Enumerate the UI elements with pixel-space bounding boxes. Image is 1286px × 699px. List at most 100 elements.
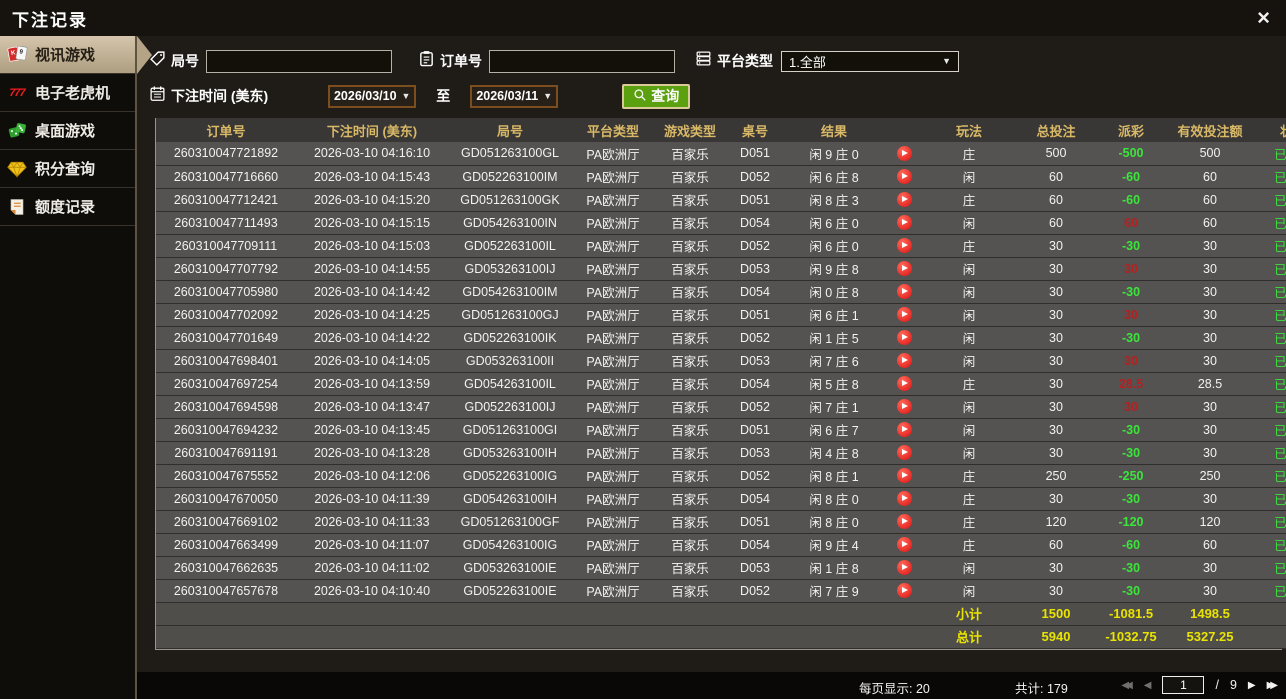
table-row: 260310047709111 2026-03-10 04:15:03 GD0522… [156,234,1286,258]
next-page-icon[interactable]: ▶ [1248,680,1256,691]
replay-cell [884,303,924,327]
sidebar-item-label: 电子老虎机 [35,85,111,102]
replay-icon[interactable] [896,215,912,231]
replay-icon[interactable] [896,353,912,369]
total-bet-cell: 60 [1014,165,1098,189]
replay-icon[interactable] [896,468,912,484]
replay-icon[interactable] [896,169,912,185]
order-cell: 260310047716660 [156,165,296,189]
date-from-value: 2026/03/10 [333,89,397,103]
valid-bet-cell: 28.5 [1164,372,1256,396]
game-type-cell: 百家乐 [654,303,726,327]
play-type-cell: 闲 [924,395,1014,419]
round-no-input[interactable] [206,49,392,73]
replay-icon[interactable] [896,307,912,323]
replay-icon[interactable] [896,514,912,530]
calendar-icon [149,85,166,107]
replay-icon[interactable] [896,192,912,208]
result-cell: 闲 1 庄 5 [784,326,884,350]
sidebar-item-slots[interactable]: 777 电子老虎机 [0,74,135,112]
status-cell: 已派彩 [1256,441,1286,465]
col-platform-type: 平台类型 [572,118,654,142]
replay-icon[interactable] [896,399,912,415]
bet-time-cell: 2026-03-10 04:14:22 [296,326,448,350]
total-bet-cell: 30 [1014,441,1098,465]
valid-bet-cell: 60 [1164,188,1256,212]
round-no-cell: GD054263100IH [448,487,572,511]
total-count-value: 179 [1046,682,1068,696]
replay-icon[interactable] [896,376,912,392]
col-bet-time: 下注时间 (美东) [296,118,448,142]
replay-icon[interactable] [896,330,912,346]
col-valid-bet: 有效投注额 [1164,118,1256,142]
replay-icon[interactable] [896,284,912,300]
result-cell: 闲 6 庄 7 [784,418,884,442]
round-no-cell: GD052263100IE [448,579,572,603]
col-order-no: 订单号 [156,118,296,142]
table-row: 260310047705980 2026-03-10 04:14:42 GD0542… [156,280,1286,304]
status-cell: 已派彩 [1256,487,1286,511]
status-cell: 已派彩 [1256,556,1286,580]
order-cell: 260310047662635 [156,556,296,580]
game-type-cell: 百家乐 [654,510,726,534]
table-row: 260310047691191 2026-03-10 04:13:28 GD0532… [156,441,1286,465]
first-page-icon[interactable]: ◀◀ [1121,680,1133,691]
game-type-cell: 百家乐 [654,257,726,281]
col-play-type: 玩法 [924,118,1014,142]
order-cell: 260310047698401 [156,349,296,373]
platform-type-select[interactable]: 1.全部 ▼ [781,50,959,72]
valid-bet-cell: 30 [1164,441,1256,465]
query-button[interactable]: 查询 [622,83,691,109]
status-cell: 已派彩 [1256,188,1286,212]
status-cell: 已派彩 [1256,326,1286,350]
game-type-cell: 百家乐 [654,349,726,373]
replay-icon[interactable] [896,537,912,553]
replay-icon[interactable] [896,238,912,254]
replay-icon[interactable] [896,445,912,461]
prev-page-icon[interactable]: ◀ [1144,680,1152,691]
date-from-select[interactable]: 2026/03/10 ▼ [328,84,417,108]
order-cell: 260310047669102 [156,510,296,534]
sidebar-item-points-query[interactable]: 积分查询 [0,150,135,188]
replay-cell [884,372,924,396]
replay-icon[interactable] [896,560,912,576]
payout-cell: -30 [1098,556,1164,580]
replay-icon[interactable] [896,261,912,277]
date-to-select[interactable]: 2026/03/11 ▼ [470,84,559,108]
sidebar-item-video-games[interactable]: K9 视讯游戏 [0,36,135,74]
table-no-cell: D052 [726,395,784,419]
replay-icon[interactable] [896,583,912,599]
status-cell: 已派彩 [1256,165,1286,189]
valid-bet-cell: 250 [1164,464,1256,488]
platform-cell: PA欧洲厅 [572,303,654,327]
replay-cell [884,464,924,488]
total-bet-cell: 30 [1014,303,1098,327]
subtotal-label: 小计 [924,602,1014,626]
play-type-cell: 闲 [924,326,1014,350]
table-no-cell: D053 [726,441,784,465]
table-no-cell: D051 [726,303,784,327]
valid-bet-cell: 30 [1164,556,1256,580]
bet-time-cell: 2026-03-10 04:11:33 [296,510,448,534]
replay-icon[interactable] [896,491,912,507]
order-no-input[interactable] [489,49,675,73]
game-type-cell: 百家乐 [654,441,726,465]
sidebar-item-credit-records[interactable]: 额度记录 [0,188,135,226]
page-input[interactable] [1162,676,1205,694]
order-cell: 260310047721892 [156,142,296,166]
last-page-icon[interactable]: ▶▶ [1267,680,1279,691]
replay-icon[interactable] [896,145,912,161]
sidebar-item-table-games[interactable]: 桌面游戏 [0,112,135,150]
payout-cell: 30 [1098,303,1164,327]
valid-bet-cell: 30 [1164,579,1256,603]
replay-icon[interactable] [896,422,912,438]
order-cell: 260310047697254 [156,372,296,396]
table-no-cell: D054 [726,533,784,557]
replay-cell [884,418,924,442]
subtotal-payout: -1081.5 [1098,602,1164,626]
round-no-cell: GD052263100IM [448,165,572,189]
close-icon[interactable]: × [1257,7,1270,29]
status-cell: 已派彩 [1256,234,1286,258]
round-no-cell: GD054263100IM [448,280,572,304]
search-icon [633,88,647,105]
